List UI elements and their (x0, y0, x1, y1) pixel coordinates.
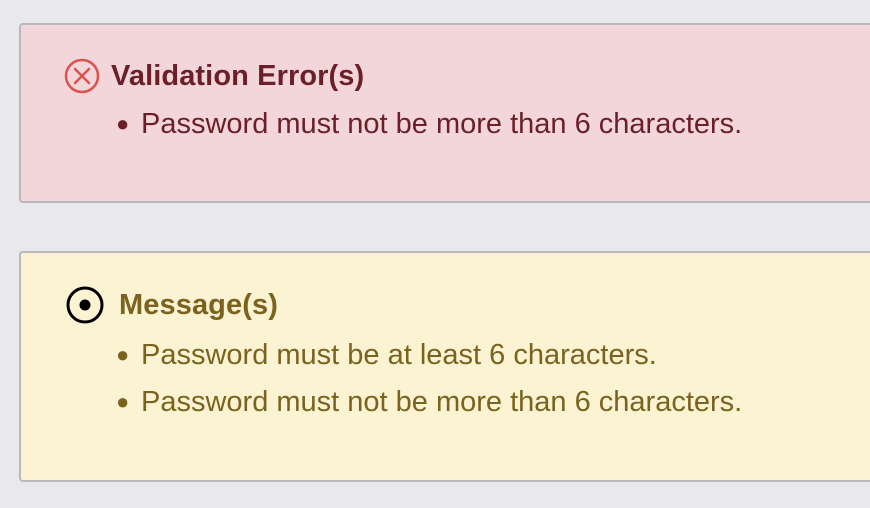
message-panel: Message(s) ● Password must be at least 6 … (19, 251, 870, 482)
circle-dot-icon (65, 285, 105, 325)
validation-error-panel: Validation Error(s) ● Password must not b… (19, 23, 870, 203)
message-header: Message(s) (65, 285, 278, 325)
validation-error-header: Validation Error(s) (63, 57, 364, 95)
validation-error-list: ● Password must not be more than 6 charac… (116, 107, 743, 154)
list-item: ● Password must be at least 6 characters. (116, 339, 657, 371)
validation-error-title: Validation Error(s) (111, 59, 365, 92)
circle-x-icon (63, 57, 101, 95)
message-list: ● Password must be at least 6 characters.… (116, 338, 743, 432)
message-title: Message(s) (119, 288, 278, 321)
list-item: ● Password must not be more than 6 charac… (116, 108, 743, 140)
list-item: ● Password must not be more than 6 charac… (116, 386, 743, 418)
